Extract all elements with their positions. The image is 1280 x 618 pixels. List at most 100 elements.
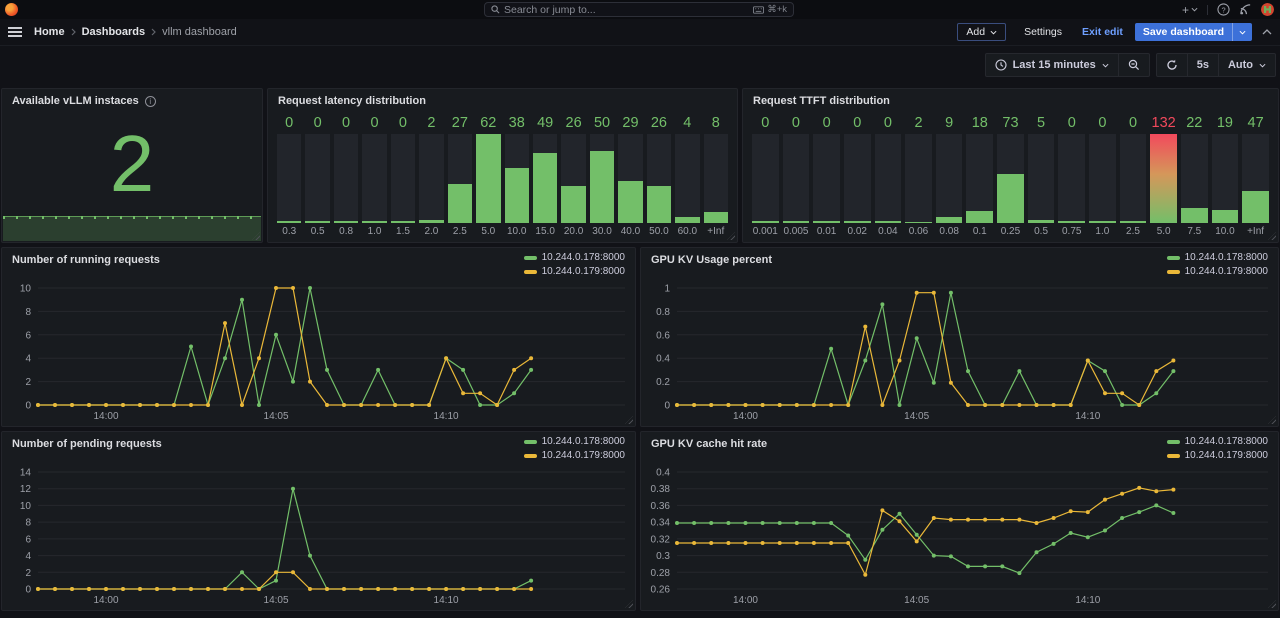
panel-title[interactable]: Available vLLM instaces i [2, 89, 262, 113]
refresh-interval-label[interactable]: 5s [1187, 54, 1218, 76]
legend-item[interactable]: 10.244.0.178:8000 [1167, 436, 1268, 447]
refresh-icon [1166, 59, 1178, 71]
chevron-down-icon [1239, 30, 1246, 35]
svg-text:0.4: 0.4 [656, 468, 670, 479]
menu-toggle-icon[interactable] [8, 27, 22, 37]
histogram-bar: 01.0 [362, 115, 386, 238]
legend-item[interactable]: 10.244.0.178:8000 [524, 436, 625, 447]
bar-fill [448, 184, 472, 223]
legend-item[interactable]: 10.244.0.179:8000 [524, 450, 625, 461]
bar-fill [334, 221, 358, 223]
bar-bucket-label: 0.08 [936, 223, 963, 238]
zoom-out-icon [1128, 59, 1140, 71]
bar-bucket-label: 0.1 [966, 223, 993, 238]
series-swatch [1167, 270, 1180, 274]
series-swatch [524, 440, 537, 444]
bar-value: 47 [1242, 115, 1269, 134]
collapse-up-icon[interactable] [1262, 29, 1272, 35]
panel-pending-requests: Number of pending requests 0246810121414… [1, 431, 636, 611]
svg-text:14:10: 14:10 [1075, 595, 1100, 606]
user-avatar[interactable] [1261, 3, 1274, 16]
svg-text:0.3: 0.3 [656, 551, 670, 562]
save-dashboard-button[interactable]: Save dashboard [1135, 23, 1252, 41]
bar-fill [783, 221, 810, 223]
legend-item[interactable]: 10.244.0.178:8000 [1167, 252, 1268, 263]
bar-track [391, 134, 415, 223]
chart-svg: 024681014:0014:0514:10 [4, 272, 633, 424]
help-icon[interactable]: ? [1217, 3, 1230, 16]
histogram-bar: 3810.0 [505, 115, 529, 238]
histogram-bar: 02.5 [1120, 115, 1147, 238]
panel-title[interactable]: Request latency distribution [268, 89, 737, 113]
panel-available-instances: Available vLLM instaces i 2 [1, 88, 263, 243]
bar-track [1058, 134, 1085, 223]
breadcrumb-home[interactable]: Home [34, 26, 65, 38]
bar-value: 0 [1120, 115, 1147, 134]
breadcrumb-dashboards[interactable]: Dashboards [82, 26, 146, 38]
svg-text:14:10: 14:10 [434, 595, 459, 606]
bar-fill [277, 221, 301, 223]
bar-value: 18 [966, 115, 993, 134]
news-icon[interactable] [1239, 3, 1252, 16]
legend-item[interactable]: 10.244.0.179:8000 [1167, 266, 1268, 277]
legend-item[interactable]: 10.244.0.179:8000 [524, 266, 625, 277]
add-menu-button[interactable]: + [1182, 3, 1198, 17]
svg-text:0.6: 0.6 [656, 330, 670, 341]
exit-edit-button[interactable]: Exit edit [1080, 23, 1125, 41]
panel-title[interactable]: Request TTFT distribution [743, 89, 1278, 113]
legend-item[interactable]: 10.244.0.179:8000 [1167, 450, 1268, 461]
bar-track [419, 134, 443, 223]
svg-text:14:05: 14:05 [264, 411, 289, 422]
bar-bucket-label: 0.3 [277, 223, 301, 238]
svg-text:4: 4 [25, 551, 31, 562]
bar-value: 2 [905, 115, 932, 134]
bar-bucket-label: 0.04 [875, 223, 902, 238]
bar-fill [1150, 134, 1177, 223]
svg-text:14:00: 14:00 [93, 411, 118, 422]
bar-track [966, 134, 993, 223]
grafana-logo[interactable] [5, 3, 18, 16]
series-swatch [1167, 454, 1180, 458]
chevron-down-icon [1102, 63, 1109, 68]
save-options-caret[interactable] [1232, 23, 1252, 41]
time-range-picker[interactable]: Last 15 minutes [986, 54, 1118, 76]
svg-text:14:05: 14:05 [904, 411, 929, 422]
bar-bucket-label: 7.5 [1181, 223, 1208, 238]
search-input[interactable]: Search or jump to... ⌘+k [484, 2, 794, 17]
chevron-down-icon [990, 30, 997, 35]
bar-track [1028, 134, 1055, 223]
ttft-histogram: 00.00100.00500.0100.0200.0420.0690.08180… [752, 115, 1269, 238]
refresh-button[interactable] [1157, 54, 1187, 76]
settings-button[interactable]: Settings [1016, 23, 1070, 41]
info-icon[interactable]: i [145, 96, 156, 107]
histogram-bar: 4915.0 [533, 115, 557, 238]
histogram-bar: 00.001 [752, 115, 779, 238]
panel-request-ttft: Request TTFT distribution 00.00100.00500… [742, 88, 1279, 243]
bar-bucket-label: 10.0 [1212, 223, 1239, 238]
bar-value: 19 [1212, 115, 1239, 134]
legend-item[interactable]: 10.244.0.178:8000 [524, 252, 625, 263]
bar-bucket-label: 1.0 [362, 223, 386, 238]
bar-bucket-label: 20.0 [561, 223, 585, 238]
svg-text:0.2: 0.2 [656, 377, 670, 388]
bar-fill [1212, 210, 1239, 223]
bar-bucket-label: 1.0 [1089, 223, 1116, 238]
svg-text:0.26: 0.26 [651, 585, 671, 596]
bar-bucket-label: +Inf [704, 223, 728, 238]
bar-value: 132 [1150, 115, 1177, 134]
svg-text:14: 14 [20, 468, 32, 479]
bar-fill [1089, 221, 1116, 223]
histogram-bar: 272.5 [448, 115, 472, 238]
panel-request-latency: Request latency distribution 00.300.500.… [267, 88, 738, 243]
bar-value: 8 [704, 115, 728, 134]
bar-bucket-label: 30.0 [590, 223, 614, 238]
keyboard-shortcut: ⌘+k [753, 4, 787, 15]
bar-fill [936, 217, 963, 223]
histogram-bar: 00.5 [305, 115, 329, 238]
add-button[interactable]: Add [957, 23, 1006, 41]
top-navbar: Search or jump to... ⌘+k + ? [0, 0, 1280, 19]
svg-text:14:00: 14:00 [733, 595, 758, 606]
histogram-bar: 5030.0 [590, 115, 614, 238]
auto-refresh-picker[interactable]: Auto [1218, 54, 1275, 76]
zoom-out-button[interactable] [1118, 54, 1149, 76]
